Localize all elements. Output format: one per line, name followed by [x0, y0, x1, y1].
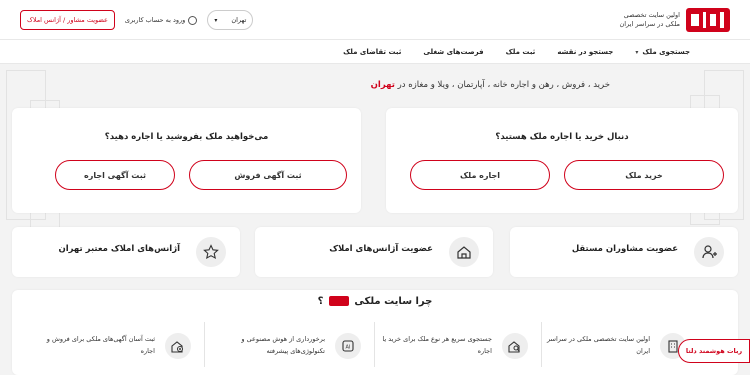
why-item-ai: AI برخورداری از هوش مصنوعی و تکنولوژی‌ها… — [215, 327, 365, 367]
feature-label: آژانس‌های املاک معتبر تهران — [58, 244, 180, 254]
why-item-text: ثبت آسان آگهی‌های ملکی برای فروش و اجاره — [46, 335, 155, 355]
nav-map-search[interactable]: جستجو در نقشه — [557, 48, 613, 56]
sale-ad-button[interactable]: ثبت آگهی فروش — [189, 160, 347, 190]
logo-tagline: اولین سایت تخصصی ملکی در سراسر ایران — [608, 11, 680, 29]
nav-add-property[interactable]: ثبت ملک — [506, 48, 536, 56]
search-house-icon — [502, 333, 528, 359]
mini-logo — [328, 296, 349, 306]
why-item-text: جستجوی سریع هر نوع ملک برای خرید یا اجار… — [382, 335, 492, 355]
why-item-text: برخورداری از هوش مصنوعی و تکنولوژی‌های پ… — [241, 335, 325, 355]
house-icon — [449, 237, 479, 267]
nav-jobs[interactable]: فرصت‌های شغلی — [423, 48, 483, 56]
logo-mark — [686, 8, 730, 32]
user-add-icon — [694, 237, 724, 267]
nav-label: فرصت‌های شغلی — [423, 48, 484, 56]
feature-independent-consultants[interactable]: عضویت مشاوران مستقل — [510, 227, 738, 277]
nav-label: ثبت تقاضای ملک — [343, 48, 402, 56]
buy-rent-card: دنبال خرید یا اجاره ملک هستید؟ خرید ملک … — [386, 108, 738, 213]
why-item-easy-listing: ثبت آسان آگهی‌های ملکی برای فروش و اجاره — [45, 327, 195, 367]
why-item-fast-search: جستجوی سریع هر نوع ملک برای خرید یا اجار… — [382, 327, 532, 367]
sell-card-title: می‌خواهید ملک بفروشید یا اجاره دهید؟ — [104, 132, 269, 142]
hero-title-text: خرید ، فروش ، رهن و اجاره خانه ، آپارتما… — [397, 80, 610, 90]
why-divider — [204, 322, 205, 367]
why-title-suffix: ؟ — [317, 296, 324, 307]
add-house-icon — [165, 333, 191, 359]
buy-card-title: دنبال خرید یا اجاره ملک هستید؟ — [495, 132, 629, 142]
login-label: ورود به حساب کاربری — [124, 16, 186, 24]
rent-ad-button[interactable]: ثبت آگهی اجاره — [55, 160, 175, 190]
feature-agency-membership[interactable]: عضویت آژانس‌های املاک — [255, 227, 493, 277]
star-icon — [196, 237, 226, 267]
brand-logo[interactable]: اولین سایت تخصصی ملکی در سراسر ایران — [608, 8, 730, 32]
nav-label: جستجوی ملک — [642, 48, 690, 56]
why-divider — [374, 322, 375, 367]
nav-property-request[interactable]: ثبت تقاضای ملک — [343, 48, 401, 56]
why-item-text: اولین سایت تخصصی ملکی در سراسر ایران — [546, 335, 650, 355]
feature-label: عضویت آژانس‌های املاک — [329, 244, 433, 254]
hero-city: تهران — [370, 80, 395, 90]
why-item-first-site: اولین سایت تخصصی ملکی در سراسر ایران — [540, 327, 690, 367]
chevron-down-icon: ▾ — [214, 16, 218, 24]
agency-signup-button[interactable]: عضویت مشاور / آژانس املاک — [20, 10, 115, 30]
hero-title: خرید ، فروش ، رهن و اجاره خانه ، آپارتما… — [371, 80, 610, 90]
buy-property-button[interactable]: خرید ملک — [564, 160, 724, 190]
ai-icon: AI — [335, 333, 361, 359]
chevron-down-icon: ▾ — [635, 48, 639, 56]
city-select[interactable]: تهران ▾ — [207, 10, 254, 30]
why-title-prefix: چرا سایت ملکی — [354, 296, 433, 307]
city-value: تهران — [231, 16, 247, 24]
nav-label: ثبت ملک — [505, 48, 536, 56]
header-actions: عضویت مشاور / آژانس املاک ورود به حساب ک… — [20, 10, 254, 30]
sell-card: می‌خواهید ملک بفروشید یا اجاره دهید؟ ثبت… — [12, 108, 361, 213]
why-title: چرا سایت ملکی ؟ — [0, 296, 750, 307]
nav-property-search[interactable]: جستجوی ملک ▾ — [635, 48, 690, 56]
site-header: اولین سایت تخصصی ملکی در سراسر ایران عضو… — [0, 0, 750, 40]
why-divider — [541, 322, 542, 367]
main-nav: جستجوی ملک ▾ جستجو در نقشه ثبت ملک فرصت‌… — [0, 40, 750, 64]
rent-property-button[interactable]: اجاره ملک — [410, 160, 550, 190]
user-icon — [188, 15, 198, 25]
feature-label: عضویت مشاوران مستقل — [571, 244, 678, 254]
feature-trusted-agencies[interactable]: آژانس‌های املاک معتبر تهران — [12, 227, 240, 277]
login-link[interactable]: ورود به حساب کاربری — [124, 15, 198, 25]
tagline-line-1: اولین سایت تخصصی — [623, 11, 680, 19]
svg-text:AI: AI — [346, 345, 351, 351]
smart-bot-button[interactable]: ربات هوشمند دلتا — [678, 339, 750, 363]
tagline-line-2: ملکی در سراسر ایران — [619, 20, 680, 28]
nav-label: جستجو در نقشه — [557, 48, 614, 56]
